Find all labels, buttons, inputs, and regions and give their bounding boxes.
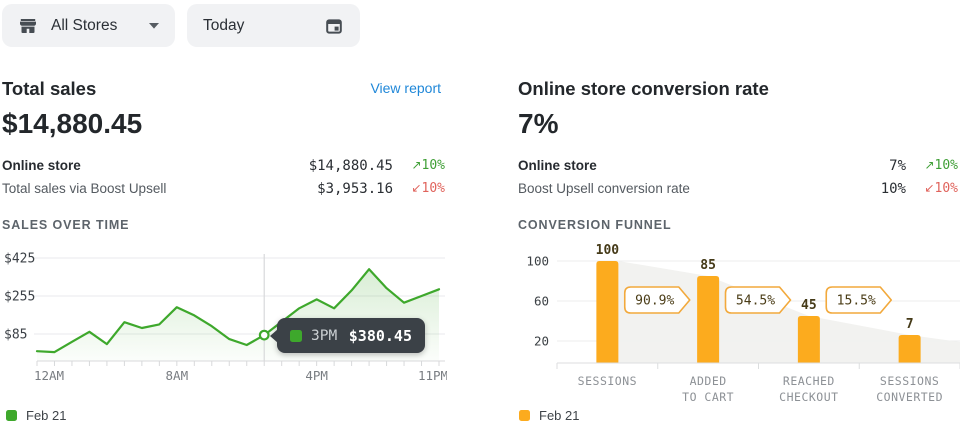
chevron-down-icon (149, 23, 159, 29)
chart-tooltip: 3PM $380.45 (277, 318, 425, 353)
series-color-swatch (290, 330, 302, 342)
topbar: All Stores Today (2, 4, 360, 47)
svg-text:TO CART: TO CART (682, 390, 734, 404)
svg-text:11PM: 11PM (418, 368, 447, 383)
metric-delta: ↙10% (393, 181, 445, 196)
storefront-icon (18, 16, 38, 36)
sales-legend: Feb 21 (6, 408, 66, 423)
total-sales-panel: Total sales View report $14,880.45 Onlin… (2, 70, 445, 431)
panel-title: Online store conversion rate (518, 78, 769, 100)
svg-text:100: 100 (596, 243, 620, 258)
funnel-bar[interactable] (596, 261, 618, 363)
tooltip-time: 3PM (311, 328, 337, 344)
svg-text:15.5%: 15.5% (837, 294, 876, 309)
metric-label: Boost Upsell conversion rate (518, 181, 881, 196)
metric-row-boost-upsell: Total sales via Boost Upsell $3,953.16 ↙… (2, 177, 445, 200)
svg-text:60: 60 (534, 294, 549, 309)
calendar-icon (324, 16, 344, 36)
metric-value: 7% (889, 158, 906, 174)
tooltip-value: $380.45 (349, 327, 412, 345)
analytics-dashboard: All Stores Today Total sales View report… (0, 0, 960, 431)
svg-text:SESSIONS: SESSIONS (578, 374, 637, 388)
sales-line-chart[interactable]: $85 $255 $425 12AM 8AM 4PM 11PM 3PM $380.45 (2, 246, 447, 386)
svg-text:45: 45 (801, 298, 817, 313)
svg-text:8AM: 8AM (166, 368, 189, 383)
funnel-bar[interactable] (798, 316, 820, 363)
metric-value: $14,880.45 (309, 158, 393, 174)
metric-label: Online store (518, 158, 889, 173)
metric-row-online-store: Online store 7% ↗10% (518, 154, 958, 177)
svg-text:$425: $425 (4, 252, 35, 267)
svg-text:85: 85 (700, 258, 716, 273)
svg-text:7: 7 (906, 317, 914, 332)
svg-text:SESSIONS: SESSIONS (880, 374, 939, 388)
legend-color-swatch (6, 410, 17, 421)
funnel-bar[interactable] (697, 276, 719, 363)
svg-text:100: 100 (526, 254, 549, 269)
metric-rows: Online store $14,880.45 ↗10% Total sales… (2, 154, 445, 200)
legend-label: Feb 21 (539, 408, 579, 423)
store-filter-dropdown[interactable]: All Stores (2, 4, 175, 47)
trend-down-icon: ↙ (411, 181, 421, 195)
metric-delta: ↗10% (393, 158, 445, 173)
hover-point[interactable] (260, 331, 269, 340)
svg-text:$85: $85 (4, 328, 27, 343)
svg-text:54.5%: 54.5% (736, 294, 775, 309)
conversion-funnel-chart[interactable]: 100 60 20 100 SESSIONS 85 ADDED TO CART 45 REACHE… (508, 240, 960, 425)
store-filter-label: All Stores (51, 17, 117, 35)
legend-color-swatch (519, 410, 530, 421)
section-label-sales-over-time: SALES OVER TIME (2, 218, 129, 232)
view-report-link[interactable]: View report (370, 80, 441, 96)
panel-title: Total sales (2, 78, 96, 100)
svg-text:20: 20 (534, 334, 549, 349)
metric-value: 10% (881, 181, 906, 197)
svg-text:CONVERTED: CONVERTED (876, 390, 943, 404)
svg-text:ADDED: ADDED (690, 374, 727, 388)
metric-value: $3,953.16 (317, 181, 393, 197)
funnel-legend: Feb 21 (519, 408, 579, 423)
svg-text:CHECKOUT: CHECKOUT (779, 390, 838, 404)
svg-text:90.9%: 90.9% (635, 294, 674, 309)
metric-rows: Online store 7% ↗10% Boost Upsell conver… (518, 154, 958, 200)
metric-label: Online store (2, 158, 309, 173)
total-sales-value: $14,880.45 (2, 108, 142, 140)
conversion-rate-value: 7% (518, 108, 558, 140)
metric-label: Total sales via Boost Upsell (2, 181, 317, 196)
section-label-conversion-funnel: CONVERSION FUNNEL (518, 218, 672, 232)
metric-delta: ↗10% (906, 158, 958, 173)
trend-up-icon: ↗ (411, 158, 421, 172)
date-filter-label: Today (203, 17, 244, 35)
conversion-rate-panel: Online store conversion rate 7% Online s… (518, 70, 958, 431)
trend-down-icon: ↙ (924, 181, 934, 195)
svg-text:$255: $255 (4, 290, 35, 305)
funnel-bar[interactable] (899, 335, 921, 363)
metric-row-boost-upsell: Boost Upsell conversion rate 10% ↙10% (518, 177, 958, 200)
svg-text:4PM: 4PM (305, 368, 328, 383)
date-filter-button[interactable]: Today (187, 4, 360, 47)
legend-label: Feb 21 (26, 408, 66, 423)
svg-text:REACHED: REACHED (783, 374, 835, 388)
svg-text:12AM: 12AM (34, 368, 64, 383)
trend-up-icon: ↗ (924, 158, 934, 172)
metric-row-online-store: Online store $14,880.45 ↗10% (2, 154, 445, 177)
metric-delta: ↙10% (906, 181, 958, 196)
